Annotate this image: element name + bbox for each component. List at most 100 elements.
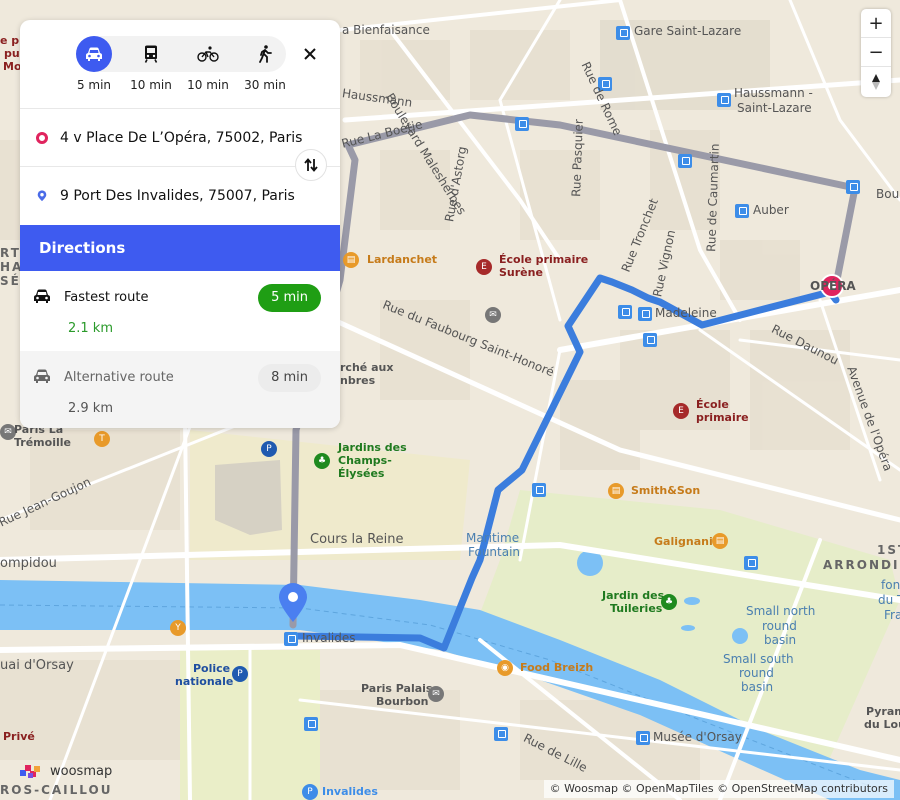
parking-icon: P [302,784,318,800]
bakery-icon: ▤ [343,252,359,268]
map-label-madeleine: Madeleine [655,306,717,320]
close-icon [304,48,316,60]
poi-palais-bourbon-1: Paris Palais [361,682,433,695]
mode-car-time: 5 min [76,78,112,92]
bookshop-icon: ▤ [712,533,728,549]
compass-icon [872,73,880,90]
zoom-in-button[interactable]: + [861,9,891,38]
map-label-auber: Auber [753,203,789,217]
mode-car-button[interactable]: 5 min [76,36,112,92]
map-label-small-south-3: basin [741,680,774,694]
metro-icon [616,26,630,40]
metro-icon [284,632,298,646]
poi-jardins-champs-3: Élysées [338,467,385,480]
school-icon: E [673,403,689,419]
poi-jardin-tuileries-1: Jardin des [602,589,665,602]
route-distance: 2.1 km [68,321,113,336]
train-icon [133,36,169,72]
metro-icon [304,717,318,731]
map-label-ecole-left-3: Mo [3,60,22,73]
car-icon [34,289,50,303]
destination-field[interactable]: 9 Port Des Invalides, 75007, Paris [20,167,340,225]
close-button[interactable] [300,44,320,64]
car-icon [34,369,50,383]
woosmap-logo-icon [20,765,40,778]
origin-address: 4 v Place De L’Opéra, 75002, Paris [60,129,303,146]
mode-walk-button[interactable]: 30 min [244,36,286,92]
route-duration-badge: 8 min [258,364,321,392]
route-name: Alternative route [64,370,174,385]
post-office-icon: ✉ [428,686,444,702]
route-option-alternative[interactable]: Alternative route 8 min 2.9 km [20,351,340,428]
route-duration-badge: 5 min [258,284,321,312]
map-label-small-north-2: round [762,619,797,633]
poi-police-1: Police [193,662,231,675]
destination-marker-icon [37,190,47,202]
route-name: Fastest route [64,290,149,305]
metro-icon [735,204,749,218]
map-label-marche-2: nbres [340,374,376,387]
mode-walk-time: 30 min [244,78,286,92]
poi-jardins-champs-1: Jardins des [338,441,407,454]
pond-small-north [732,628,748,644]
grand-palais [215,460,282,535]
travel-mode-bar: 5 min 10 min 10 min 30 min [20,20,340,109]
park-tree-icon: ♣ [314,453,330,469]
map-label-haussmann-stlazare-2: Saint-Lazare [737,101,812,115]
poi-paris-tremoille-2: Trémoille [14,436,71,449]
poi-jardin-tuileries-2: Tuileries [610,602,663,615]
woosmap-logo[interactable]: woosmap [20,762,112,780]
origin-marker-icon [36,131,48,144]
map-label-arrond-1: 1ST [877,543,900,557]
poi-smith-son: Smith&Son [631,484,701,497]
poi-jardins-champs-2: Champs- [338,454,392,467]
destination-address: 9 Port Des Invalides, 75007, Paris [60,188,295,204]
compass-button[interactable] [861,67,891,96]
bookshop-icon: ▤ [608,483,624,499]
directions-header: Directions [20,225,340,271]
park-tree-icon: ♣ [661,594,677,610]
map-label-marche-1: rché aux [340,361,394,374]
poi-ecole-surene-1: École primaire [499,253,589,266]
bike-icon [190,36,226,72]
mode-bike-time: 10 min [187,78,229,92]
restaurant-icon: ◉ [497,660,513,676]
directions-panel: 5 min 10 min 10 min 30 min 4 v Place De … [20,20,340,428]
map-label-quai-orsay: uai d'Orsay [0,658,74,673]
map-zoom-controls: + − [861,9,891,97]
walk-icon [247,36,283,72]
map-label-fon-3: Fra [884,608,900,622]
police-icon: P [261,441,277,457]
map-label-prive: Privé [3,730,35,743]
metro-icon [532,483,546,497]
mode-transit-button[interactable]: 10 min [130,36,172,92]
poi-pyramide-1: Pyram [866,705,900,718]
map-attribution[interactable]: © Woosmap © OpenMapTiles © OpenStreetMap… [543,780,894,798]
map-label-small-south-1: Small south [723,652,794,666]
map-label-haussmann-stlazare-1: Haussmann - [734,86,813,100]
metro-icon [638,307,652,321]
zoom-out-button[interactable]: − [861,38,891,67]
poi-food-breizh: Food Breizh [520,661,594,674]
map-label-rue-pasquier: Rue Pasquier [569,118,586,198]
map-label-fon-2: du T [878,593,900,607]
metro-icon [846,180,860,194]
map-label-bienfaisance: a Bienfaisance [342,23,430,37]
post-office-icon: ✉ [485,307,501,323]
woosmap-logo-text: woosmap [50,763,113,779]
map-label-small-south-2: round [739,666,774,680]
poi-ecole-primaire-2: primaire [696,411,749,424]
map-label-opera: OPÉRA [810,279,856,293]
metro-icon [678,154,692,168]
bar-icon: Y [170,620,186,636]
metro-icon [636,731,650,745]
poi-invalides-parking: Invalides [322,785,378,798]
map-label-cours-la-reine: Cours la Reine [310,532,404,547]
map-label-pompidou: ompidou [0,556,57,571]
origin-field[interactable]: 4 v Place De L’Opéra, 75002, Paris [20,109,340,167]
swap-addresses-button[interactable] [295,149,327,181]
route-option-fastest[interactable]: Fastest route 5 min 2.1 km [20,271,340,351]
mode-bike-button[interactable]: 10 min [187,36,229,92]
map-label-gros-caillou: ROS-CAILLOU [0,783,113,797]
map-label-invalides-stop: Invalides [302,631,356,645]
